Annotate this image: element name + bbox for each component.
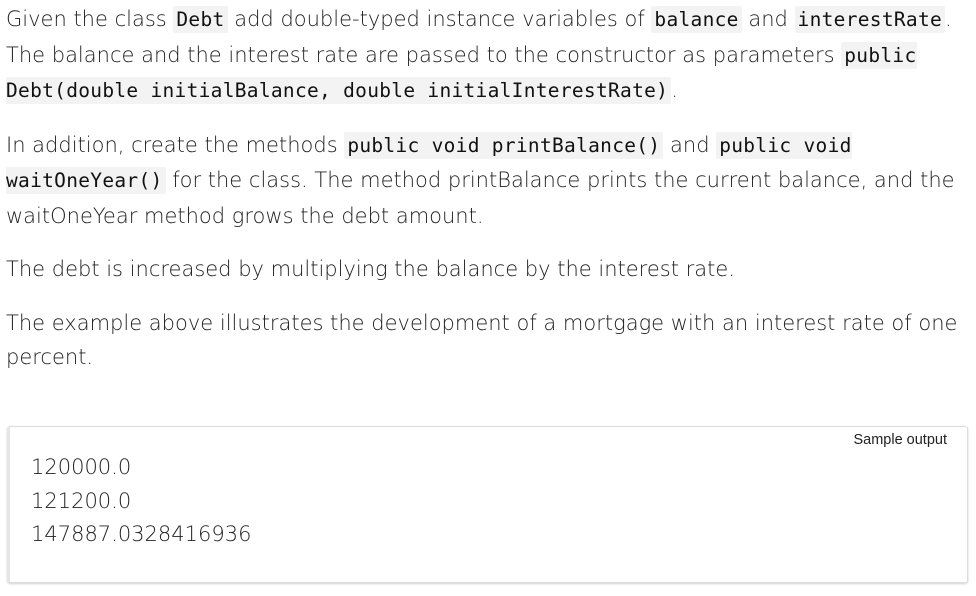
sample-output-label: Sample output [853,432,947,448]
text-segment: . [671,78,678,102]
code-print-balance-signature: public void printBalance() [344,131,664,159]
sample-output-line: 120000.0 [31,455,132,479]
paragraph-class-description: Given the class Debt add double-typed in… [6,2,966,109]
text-segment: add double-typed instance variables of [227,7,652,31]
exercise-description: Given the class Debt add double-typed in… [6,2,966,394]
text-segment: In addition, create the methods [6,132,345,157]
code-variable-balance: balance [651,6,742,33]
code-variable-interest-rate: interestRate [794,6,946,33]
text-segment: Given the class [6,7,174,31]
paragraph-debt-increase: The debt is increased by multiplying the… [6,257,735,281]
text-segment: and [663,132,717,157]
sample-output-box: Sample output 120000.0 121200.0 147887.0… [7,426,968,583]
sample-output-lines: 120000.0 121200.0 147887.0328416936 [31,451,251,552]
sample-output-line: 121200.0 [31,488,132,513]
code-class-name: Debt [173,6,228,33]
paragraph-methods: In addition, create the methods public v… [6,128,966,234]
text-segment: and [741,7,795,31]
sample-output-line: 147887.0328416936 [31,522,252,546]
paragraph-example-note: The example above illustrates the develo… [6,310,958,370]
